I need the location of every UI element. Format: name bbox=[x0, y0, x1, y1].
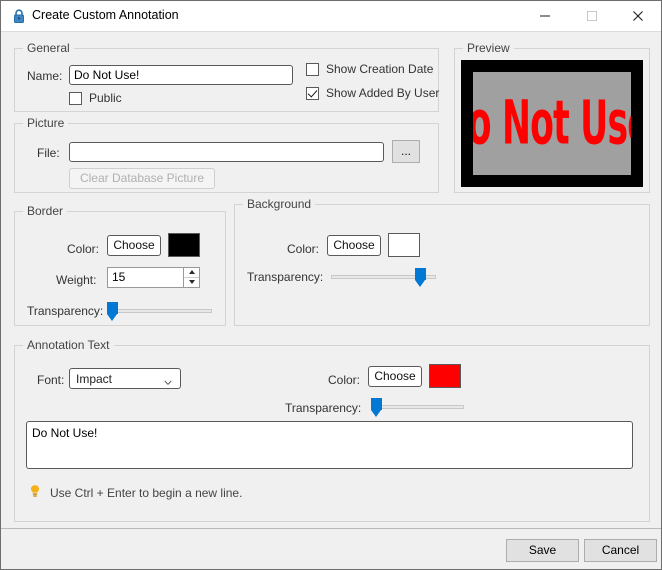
create-custom-annotation-dialog: Create Custom Annotation General Name: P… bbox=[0, 0, 662, 570]
show-creation-date-checkbox[interactable]: Show Creation Date bbox=[306, 62, 433, 76]
border-weight-stepper[interactable]: 15 bbox=[107, 267, 200, 288]
show-creation-date-checkbox-box[interactable] bbox=[306, 62, 319, 76]
spin-down-icon[interactable] bbox=[184, 278, 199, 288]
background-transparency-slider[interactable] bbox=[331, 267, 436, 287]
font-select-value: Impact bbox=[76, 372, 113, 386]
preview-text: Do Not Use! bbox=[467, 88, 631, 159]
show-added-by-user-checkbox-box[interactable] bbox=[306, 86, 319, 100]
close-button[interactable] bbox=[615, 1, 661, 30]
border-weight-value: 15 bbox=[112, 270, 126, 284]
newline-hint: Use Ctrl + Enter to begin a new line. bbox=[29, 484, 242, 502]
background-color-choose-button[interactable]: Choose bbox=[327, 235, 381, 256]
save-button[interactable]: Save bbox=[506, 539, 579, 562]
annotation-text-transparency-track[interactable] bbox=[371, 405, 464, 409]
window-title: Create Custom Annotation bbox=[32, 8, 179, 22]
public-checkbox-label: Public bbox=[89, 91, 122, 105]
lightbulb-icon bbox=[29, 484, 41, 502]
newline-hint-text: Use Ctrl + Enter to begin a new line. bbox=[50, 486, 243, 500]
annotation-text-input[interactable] bbox=[26, 421, 633, 469]
general-legend: General bbox=[23, 41, 74, 55]
chevron-down-icon[interactable] bbox=[164, 376, 172, 386]
file-label: File: bbox=[37, 146, 60, 160]
border-transparency-thumb[interactable] bbox=[107, 302, 119, 322]
border-transparency-track[interactable] bbox=[107, 309, 212, 313]
border-color-swatch[interactable] bbox=[168, 233, 200, 257]
annotation-text-transparency-thumb[interactable] bbox=[370, 398, 382, 418]
file-input[interactable] bbox=[69, 142, 384, 162]
name-input[interactable] bbox=[69, 65, 293, 85]
border-transparency-label: Transparency: bbox=[27, 304, 104, 318]
annotation-text-transparency-label: Transparency: bbox=[285, 401, 362, 415]
border-color-choose-button[interactable]: Choose bbox=[107, 235, 161, 256]
minimize-button[interactable] bbox=[522, 1, 568, 30]
maximize-button[interactable] bbox=[569, 1, 615, 30]
cancel-button[interactable]: Cancel bbox=[584, 539, 657, 562]
lock-icon bbox=[11, 8, 27, 24]
border-weight-spin-buttons[interactable] bbox=[183, 268, 199, 287]
background-color-label: Color: bbox=[287, 242, 320, 256]
background-transparency-thumb[interactable] bbox=[415, 268, 427, 288]
annotation-text-color-label: Color: bbox=[328, 373, 361, 387]
annotation-text-color-swatch[interactable] bbox=[429, 364, 461, 388]
picture-legend: Picture bbox=[23, 116, 69, 130]
preview-legend: Preview bbox=[463, 41, 514, 55]
browse-file-button[interactable]: ... bbox=[392, 140, 420, 163]
spin-up-icon[interactable] bbox=[184, 268, 199, 278]
show-added-by-user-label: Show Added By User bbox=[326, 86, 440, 100]
annotation-text-color-choose-button[interactable]: Choose bbox=[368, 366, 422, 387]
background-legend: Background bbox=[243, 197, 316, 211]
clear-database-picture-button[interactable]: Clear Database Picture bbox=[69, 168, 215, 189]
border-transparency-slider[interactable] bbox=[107, 301, 212, 321]
preview-image: Do Not Use! bbox=[461, 60, 643, 187]
public-checkbox[interactable]: Public bbox=[69, 91, 122, 105]
font-label: Font: bbox=[37, 373, 65, 387]
public-checkbox-box[interactable] bbox=[69, 91, 82, 105]
annotation-text-transparency-slider[interactable] bbox=[370, 397, 464, 418]
background-transparency-label: Transparency: bbox=[247, 270, 324, 284]
font-select[interactable]: Impact bbox=[69, 368, 181, 389]
background-color-swatch[interactable] bbox=[388, 233, 420, 257]
background-group: Background bbox=[234, 197, 650, 326]
annotation-text-legend: Annotation Text bbox=[23, 338, 114, 352]
border-weight-label: Weight: bbox=[56, 273, 97, 287]
border-color-label: Color: bbox=[67, 242, 100, 256]
title-bar: Create Custom Annotation bbox=[1, 1, 661, 32]
border-legend: Border bbox=[23, 204, 68, 218]
name-label: Name: bbox=[27, 69, 63, 83]
show-added-by-user-checkbox[interactable]: Show Added By User bbox=[306, 86, 439, 100]
show-creation-date-label: Show Creation Date bbox=[326, 62, 434, 76]
